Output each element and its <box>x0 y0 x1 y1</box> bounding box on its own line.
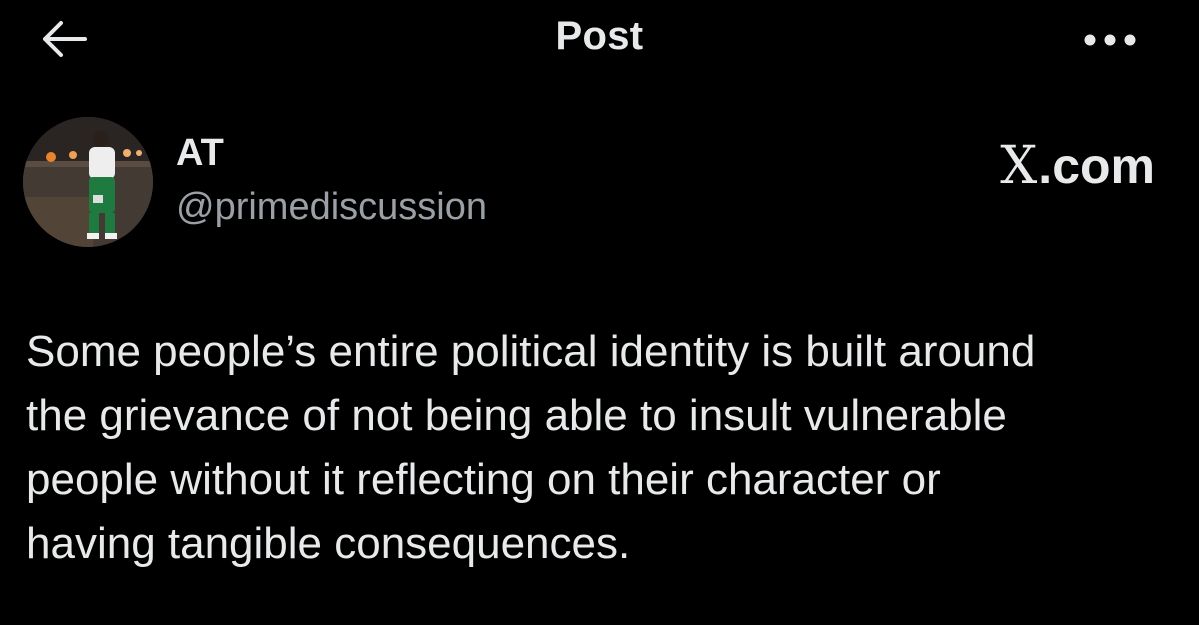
page-title: Post <box>555 14 644 58</box>
post-body-text: Some people’s entire political identity … <box>26 327 1036 568</box>
user-handle[interactable]: @primediscussion <box>176 186 487 229</box>
more-options-button[interactable] <box>1078 22 1142 58</box>
top-bar: Post <box>0 0 1199 80</box>
more-horizontal-icon <box>1084 34 1136 46</box>
avatar-photo <box>23 117 153 247</box>
display-name[interactable]: AT <box>176 132 224 175</box>
watermark-suffix: .com <box>1038 138 1155 194</box>
avatar[interactable] <box>23 117 153 247</box>
x-logo-icon: X <box>1000 136 1038 196</box>
site-watermark: X .com <box>1000 136 1155 196</box>
